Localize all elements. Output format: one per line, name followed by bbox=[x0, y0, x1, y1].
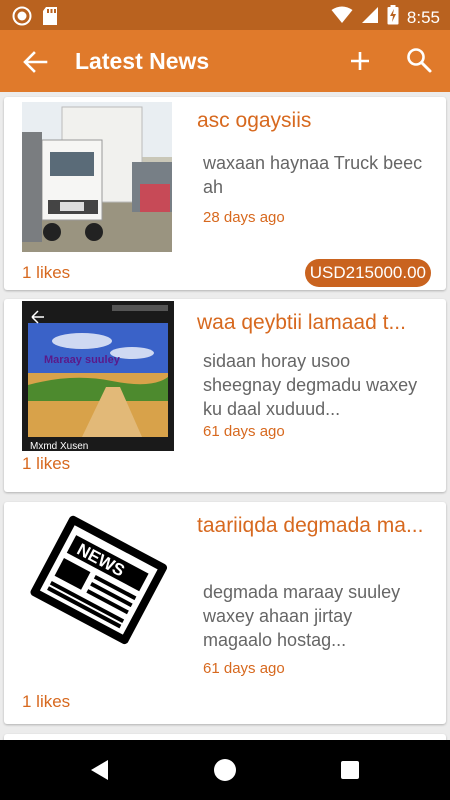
page-title: Latest News bbox=[75, 48, 210, 74]
nav-back-icon[interactable] bbox=[90, 759, 110, 786]
price-badge: USD215000.00 bbox=[304, 259, 431, 287]
news-list[interactable]: asc ogaysiis waxaan haynaa Truck beec ah… bbox=[0, 92, 450, 740]
app-bar: Latest News bbox=[0, 30, 450, 92]
news-card[interactable]: NEWS taariiqda degmada ma... degmada mar… bbox=[4, 502, 446, 724]
battery-charging-icon bbox=[387, 5, 399, 30]
news-date: 61 days ago bbox=[203, 660, 285, 677]
landscape-photo: Maraay suuley Mxmd Xusen bbox=[22, 301, 174, 451]
news-paper-icon: NEWS bbox=[22, 504, 172, 654]
back-arrow-icon[interactable] bbox=[22, 49, 48, 75]
news-date: 28 days ago bbox=[203, 209, 285, 226]
news-date: 61 days ago bbox=[203, 423, 285, 440]
status-bar: 8:55 bbox=[0, 0, 450, 30]
likes-count: 1 likes bbox=[22, 454, 71, 473]
news-description: sidaan horay usoo sheegnay degmadu waxey… bbox=[203, 351, 418, 419]
nav-home-icon[interactable] bbox=[214, 759, 236, 781]
navigation-bar bbox=[0, 740, 450, 800]
truck-photo bbox=[22, 102, 172, 252]
wifi-icon bbox=[331, 6, 353, 29]
search-icon[interactable] bbox=[405, 46, 433, 74]
status-time: 8:55 bbox=[406, 7, 440, 27]
signal-icon bbox=[361, 6, 379, 29]
news-title: taariiqda degmada ma... bbox=[197, 514, 424, 537]
news-description: waxaan haynaa Truck beec ah bbox=[203, 153, 423, 197]
image-caption-bottom: Mxmd Xusen bbox=[30, 441, 88, 451]
nav-recent-icon[interactable] bbox=[341, 761, 359, 779]
news-card[interactable]: asc ogaysiis waxaan haynaa Truck beec ah… bbox=[4, 97, 446, 290]
image-caption-top: Maraay suuley bbox=[44, 354, 121, 366]
news-title: waa qeybtii lamaad t... bbox=[197, 311, 406, 334]
sd-card-icon bbox=[42, 6, 58, 31]
news-description: degmada maraay suuley waxey ahaan jirtay… bbox=[203, 582, 401, 650]
likes-count: 1 likes bbox=[22, 692, 71, 711]
news-title: asc ogaysiis bbox=[197, 109, 312, 132]
news-card[interactable]: Maraay suuley Mxmd Xusen waa qeybtii lam… bbox=[4, 299, 446, 492]
circle-app-icon bbox=[12, 6, 32, 31]
add-icon[interactable] bbox=[347, 48, 373, 74]
likes-count: 1 likes bbox=[22, 263, 71, 282]
